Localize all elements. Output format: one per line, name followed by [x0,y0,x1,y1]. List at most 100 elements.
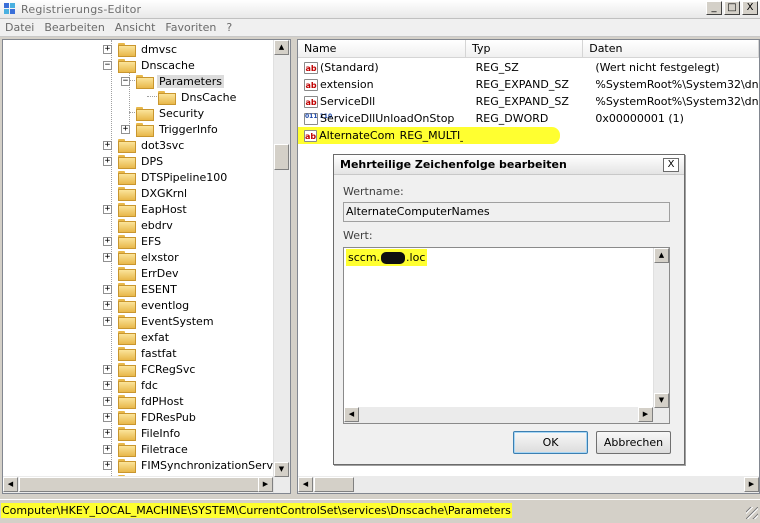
tree-item[interactable]: + Filetrace [103,441,190,457]
tree-item[interactable]: + dmvsc [103,41,179,57]
minimize-button[interactable]: _ [706,1,722,15]
tree-item[interactable]: + elxstor [103,249,181,265]
tree-item[interactable]: ErrDev [103,265,181,281]
tree-scroll-thumb[interactable] [274,144,289,170]
list-row[interactable]: ab ServiceDll REG_EXPAND_SZ %SystemRoot%\Sy… [298,93,759,110]
tree-hscroll-thumb[interactable] [19,477,259,492]
tree-item[interactable]: + dot3svc [103,137,186,153]
tree-item[interactable]: + fdPHost [103,393,186,409]
tree-item[interactable]: + FileInfo [103,425,182,441]
folder-icon [118,235,136,249]
expand-icon[interactable]: + [103,156,112,166]
tree-item[interactable]: − Parameters [121,73,224,89]
list-hscroll-thumb[interactable] [314,477,354,492]
tree-item[interactable]: exfat [103,329,171,345]
folder-icon [118,59,136,73]
close-button[interactable]: X [742,1,758,15]
tree-item-label: exfat [141,330,170,344]
scroll-right-icon[interactable]: ▶ [744,477,759,492]
expand-icon[interactable]: + [103,364,112,374]
tree-item[interactable]: + FDResPub [103,409,198,425]
menu-ansicht[interactable]: Ansicht [110,21,161,34]
expand-icon[interactable]: + [103,300,112,310]
expand-icon[interactable]: + [121,124,130,134]
tree-item-label: TriggerInfo [159,122,218,136]
tree-item[interactable]: + EFS [103,233,163,249]
cancel-button[interactable]: Abbrechen [596,431,671,454]
tree-item-label: EFS [141,234,162,248]
tree-item[interactable]: + FIMSynchronizationService [103,457,290,473]
value-name: ServiceDllUnloadOnStop [320,112,455,125]
tree-item[interactable]: DTSPipeline100 [103,169,229,185]
tree-item[interactable]: + fdc [103,377,160,393]
column-data[interactable]: Daten [583,40,759,58]
collapse-icon[interactable]: − [103,60,112,70]
tree-item[interactable]: DXGKrnl [103,185,189,201]
scroll-left-icon[interactable]: ◀ [298,477,313,492]
dialog-title[interactable]: Mehrteilige Zeichenfolge bearbeiten [334,155,684,175]
dialog-close-button[interactable]: X [663,158,679,172]
scroll-down-icon[interactable]: ▼ [274,462,289,477]
scroll-right-icon[interactable]: ▶ [638,407,653,422]
column-type[interactable]: Typ [466,40,584,58]
tree-item-label: dmvsc [141,42,177,56]
ok-button[interactable]: OK [513,431,588,454]
maximize-button[interactable]: □ [724,1,740,15]
expand-icon[interactable]: + [103,284,112,294]
textarea-horizontal-scrollbar[interactable]: ◀ ▶ [344,407,654,423]
expand-icon[interactable]: + [103,396,112,406]
status-path: Computer\HKEY_LOCAL_MACHINE\SYSTEM\Curre… [1,503,512,518]
tree-horizontal-scrollbar[interactable]: ◀ ▶ [3,476,273,493]
tree-item[interactable]: + ESENT [103,281,179,297]
expand-icon[interactable]: + [103,252,112,262]
expand-icon[interactable]: + [103,236,112,246]
tree-vertical-scrollbar[interactable]: ▲ ▼ [273,40,290,493]
tree-item[interactable]: + eventlog [103,297,191,313]
scroll-left-icon[interactable]: ◀ [344,407,359,422]
expand-icon[interactable]: + [103,460,112,470]
menu-bearbeiten[interactable]: Bearbeiten [39,21,109,34]
expand-icon[interactable]: + [103,204,112,214]
list-row[interactable]: ab (Standard) REG_SZ (Wert nicht festgelegt… [298,59,759,76]
column-name[interactable]: Name [298,40,466,58]
folder-icon [118,171,136,185]
collapse-icon[interactable]: − [121,76,130,86]
textarea-vertical-scrollbar[interactable]: ▲ ▼ [653,248,669,423]
title-bar[interactable]: Registrierungs-Editor _ □ X [0,0,760,19]
tree-item[interactable]: + EapHost [103,201,189,217]
tree-item[interactable]: ebdrv [103,217,175,233]
list-row[interactable]: ab extension REG_EXPAND_SZ %SystemRoot%\Sys… [298,76,759,93]
list-row[interactable]: 011 110 ServiceDllUnloadOnStop REG_DWORD 0x… [298,110,759,127]
scroll-right-icon[interactable]: ▶ [258,477,273,492]
tree-item[interactable]: + TriggerInfo [121,121,220,137]
expand-icon[interactable]: + [103,428,112,438]
expand-icon[interactable]: + [103,380,112,390]
expand-icon[interactable]: + [103,444,112,454]
value-data-textarea[interactable]: sccm. .loc ▲ ▼ ◀ ▶ [343,247,670,424]
menu-datei[interactable]: Datei [0,21,39,34]
scroll-down-icon[interactable]: ▼ [654,393,669,408]
expand-icon[interactable]: + [103,44,112,54]
tree-item[interactable]: fastfat [103,345,179,361]
tree-item-label: fastfat [141,346,177,360]
resize-grip-icon[interactable] [746,507,758,519]
list-row[interactable]: abAlternateComputerNames REG_MULTI_SZ [298,127,560,144]
tree-item[interactable]: − Dnscache [103,57,197,73]
expand-icon[interactable]: + [103,140,112,150]
tree-item[interactable]: + FCRegSvc [103,361,197,377]
registry-tree[interactable]: + dmvsc − Dnscache − Parameters DnsCache Securi… [2,39,291,494]
tree-item[interactable]: DnsCache [143,89,238,105]
tree-item[interactable]: + DPS [103,153,165,169]
value-prefix: sccm. [348,251,381,264]
scroll-left-icon[interactable]: ◀ [3,477,18,492]
menu-favoriten[interactable]: Favoriten [160,21,221,34]
expand-icon[interactable]: + [103,412,112,422]
scroll-up-icon[interactable]: ▲ [274,40,289,55]
list-horizontal-scrollbar[interactable]: ◀ ▶ [298,476,759,493]
scroll-up-icon[interactable]: ▲ [654,248,669,263]
tree-item[interactable]: Security [121,105,206,121]
expand-icon[interactable]: + [103,316,112,326]
binary-value-icon: 011 110 [304,112,332,125]
tree-item[interactable]: + EventSystem [103,313,216,329]
menu-help[interactable]: ? [221,21,237,34]
